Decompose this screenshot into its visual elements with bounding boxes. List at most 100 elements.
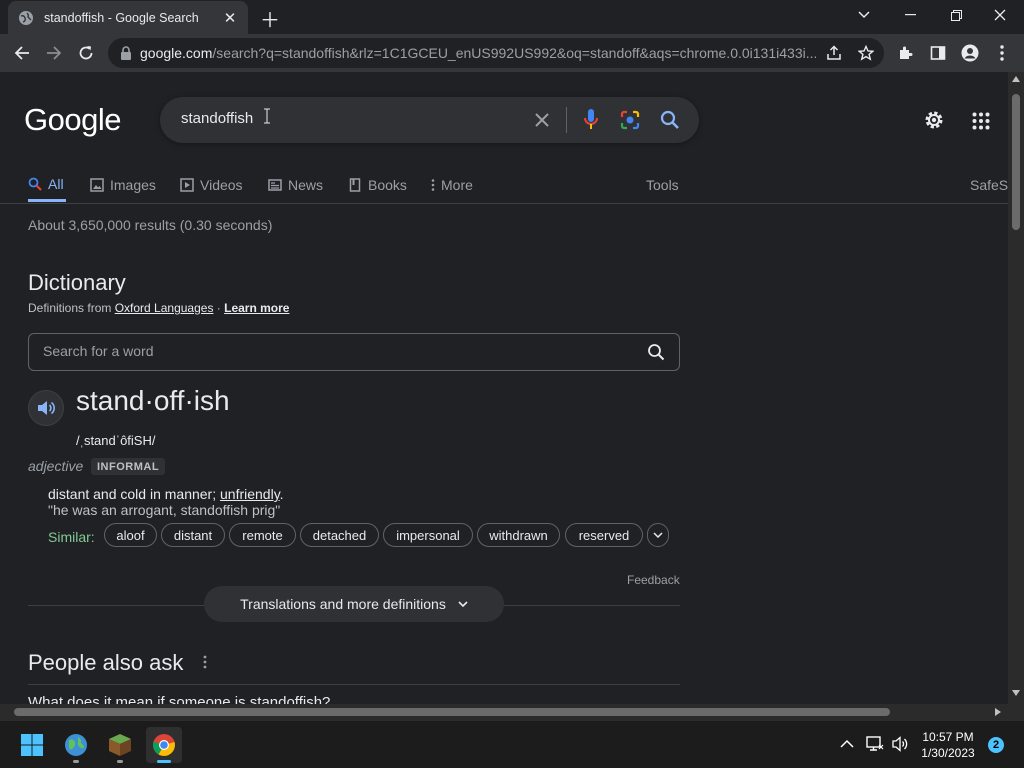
tools-button[interactable]: Tools <box>646 168 679 202</box>
taskbar-app-chrome[interactable] <box>146 727 182 763</box>
similar-chip[interactable]: reserved <box>565 523 643 547</box>
tab-news[interactable]: News <box>268 168 323 202</box>
scrollbar-corner <box>1008 704 1024 720</box>
more-vert-icon <box>431 179 435 191</box>
tab-title: standoffish - Google Search <box>44 10 199 25</box>
browser-tab[interactable]: standoffish - Google Search ✕ <box>8 1 248 34</box>
tab-books-label: Books <box>368 177 407 193</box>
tab-strip: standoffish - Google Search ✕ ＋ <box>0 0 1024 34</box>
vertical-scroll-thumb[interactable] <box>1012 94 1020 230</box>
taskbar-app-globe[interactable] <box>58 727 94 763</box>
new-tab-button[interactable]: ＋ <box>258 6 282 32</box>
tab-more[interactable]: More <box>430 168 473 202</box>
running-indicator <box>117 760 123 763</box>
side-panel-icon[interactable] <box>926 41 950 65</box>
share-icon[interactable] <box>826 45 842 61</box>
extensions-icon[interactable] <box>894 41 918 65</box>
close-window-icon[interactable] <box>988 5 1012 25</box>
tab-images[interactable]: Images <box>90 168 156 202</box>
chrome-menu-icon[interactable] <box>990 41 1014 65</box>
close-tab-icon[interactable]: ✕ <box>222 9 238 27</box>
tab-news-label: News <box>288 177 324 193</box>
tools-label: Tools <box>646 177 679 193</box>
search-box[interactable]: standoffish <box>160 97 699 143</box>
lens-search-icon[interactable] <box>620 110 640 130</box>
pronunciation-button[interactable] <box>28 390 64 426</box>
safesearch-button[interactable]: SafeS <box>970 168 1008 202</box>
scroll-right-icon[interactable] <box>995 708 1001 716</box>
horizontal-scrollbar[interactable] <box>0 704 1008 720</box>
search-icon[interactable] <box>660 110 680 130</box>
definition: distant and cold in manner; unfriendly. <box>48 486 284 502</box>
oxford-languages-link[interactable]: Oxford Languages <box>115 301 214 315</box>
tab-videos-label: Videos <box>200 177 243 193</box>
similar-label: Similar: <box>48 529 95 545</box>
search-results-page: Google standoffish All Images Videos New… <box>0 72 1008 704</box>
similar-chip[interactable]: aloof <box>104 523 157 547</box>
search-icon <box>28 177 42 191</box>
word-search-input[interactable] <box>43 343 633 359</box>
similar-chip[interactable]: distant <box>161 523 225 547</box>
browser-toolbar: google.com/search?q=standoffish&rlz=1C1G… <box>0 34 1024 72</box>
clear-search-icon[interactable] <box>534 112 550 128</box>
minimize-icon[interactable] <box>898 5 922 25</box>
more-definitions-button[interactable]: Translations and more definitions <box>204 586 504 622</box>
search-box-divider <box>566 107 567 133</box>
chevron-up-icon[interactable] <box>840 739 854 749</box>
address-bar[interactable]: google.com/search?q=standoffish&rlz=1C1G… <box>108 38 884 68</box>
back-icon[interactable] <box>10 41 34 65</box>
word-search-box[interactable] <box>28 333 680 371</box>
unfriendly-link[interactable]: unfriendly <box>220 486 280 502</box>
windows-logo-icon <box>21 734 43 756</box>
book-icon <box>349 178 361 192</box>
search-query[interactable]: standoffish <box>181 110 253 127</box>
scroll-up-icon[interactable] <box>1012 76 1020 82</box>
forward-icon[interactable] <box>42 41 66 65</box>
similar-chip[interactable]: detached <box>300 523 379 547</box>
feedback-link[interactable]: Feedback <box>627 573 680 587</box>
profile-icon[interactable] <box>958 41 982 65</box>
similar-chip[interactable]: remote <box>229 523 296 547</box>
taskbar-app-minecraft[interactable] <box>102 727 138 763</box>
network-icon[interactable] <box>866 736 884 752</box>
result-stats: About 3,650,000 results (0.30 seconds) <box>28 217 273 233</box>
vertical-scrollbar[interactable] <box>1008 72 1024 704</box>
news-icon <box>268 179 282 191</box>
learn-more-link[interactable]: Learn more <box>224 301 289 315</box>
safesearch-label: SafeS <box>970 177 1008 193</box>
tab-search-icon[interactable] <box>852 5 876 25</box>
active-indicator <box>157 760 171 763</box>
windows-taskbar: 10:57 PM 1/30/2023 2 <box>0 720 1024 768</box>
tab-books[interactable]: Books <box>348 168 407 202</box>
people-also-ask-question[interactable]: What does it mean if someone is standoff… <box>28 694 330 704</box>
people-also-ask-title: People also ask <box>28 650 184 675</box>
similar-expand-button[interactable] <box>647 523 669 547</box>
tab-images-label: Images <box>110 177 156 193</box>
apps-grid-icon[interactable] <box>972 112 990 130</box>
voice-search-icon[interactable] <box>583 108 599 132</box>
more-vert-icon[interactable] <box>203 655 207 669</box>
lock-icon[interactable] <box>120 46 132 60</box>
similar-chip[interactable]: withdrawn <box>477 523 560 547</box>
notification-badge[interactable]: 2 <box>988 737 1004 753</box>
chrome-icon <box>152 734 175 756</box>
settings-gear-icon[interactable] <box>923 109 945 131</box>
reload-icon[interactable] <box>74 41 98 65</box>
search-icon[interactable] <box>647 343 665 361</box>
bookmark-star-icon[interactable] <box>858 45 874 61</box>
tab-more-label: More <box>441 177 473 193</box>
chevron-down-icon <box>458 601 468 607</box>
system-clock[interactable]: 10:57 PM 1/30/2023 <box>912 729 984 761</box>
volume-icon[interactable] <box>892 736 910 752</box>
dictionary-source: Definitions from Oxford Languages · Lear… <box>28 301 289 315</box>
more-definitions-label: Translations and more definitions <box>240 596 446 612</box>
tab-all[interactable]: All <box>28 168 66 202</box>
tab-videos[interactable]: Videos <box>180 168 243 202</box>
restore-icon[interactable] <box>944 5 968 25</box>
google-logo[interactable]: Google <box>24 102 121 138</box>
register-badge: INFORMAL <box>91 458 166 475</box>
start-button[interactable] <box>14 727 50 763</box>
similar-chip[interactable]: impersonal <box>383 523 473 547</box>
horizontal-scroll-thumb[interactable] <box>14 708 890 716</box>
scroll-down-icon[interactable] <box>1012 690 1020 696</box>
